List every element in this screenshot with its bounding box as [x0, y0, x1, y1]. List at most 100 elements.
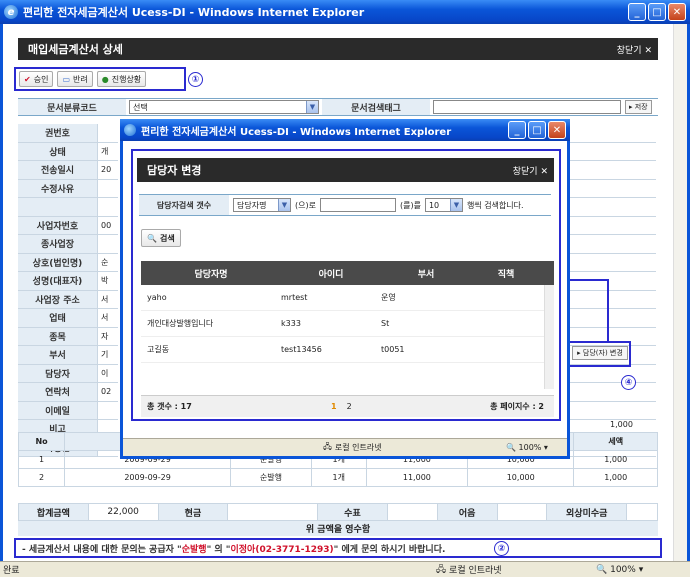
window-titlebar: e 편리한 전자세금계산서 Ucess-DI - Windows Interne…: [0, 0, 690, 24]
search-button-label: 검색: [159, 233, 175, 243]
detail-value: 20: [101, 165, 112, 175]
close-page-link[interactable]: 창닫기 ✕: [617, 43, 652, 56]
detail-key: 부서: [18, 346, 98, 364]
doc-type-select[interactable]: 선택 ▼: [129, 100, 319, 114]
detail-row: 상호(법인명) 순: [18, 253, 118, 272]
popup-zoom-control[interactable]: 🔍 100% ▾: [506, 443, 548, 452]
popup-content-box: 담당자 변경 창닫기 ✕ 담당자검색 갯수 담당자명 ▼ (으)로 (를)를 1…: [131, 149, 561, 421]
window-title: 편리한 전자세금계산서 Ucess-DI - Windows Internet …: [23, 6, 365, 19]
status-text: 완료: [3, 566, 20, 576]
search-count-label: 담당자검색 갯수: [139, 195, 229, 215]
detail-value: [98, 124, 118, 142]
network-icon: 🖧: [323, 441, 332, 451]
list-item[interactable]: 고길동 test13456 t0051: [141, 337, 554, 363]
item-cell-tax: 1,000: [573, 468, 658, 487]
detail-value: 기: [101, 350, 109, 360]
vertical-scrollbar[interactable]: [673, 24, 687, 561]
doc-type-label: 문서분류코드: [18, 99, 126, 115]
detail-value: 서: [101, 294, 109, 304]
result-cell-id: test13456: [281, 345, 322, 354]
detail-key: 이메일: [18, 401, 98, 419]
detail-value: [98, 198, 118, 216]
detail-row: 이메일: [18, 401, 118, 420]
page-link[interactable]: 2: [347, 402, 352, 411]
return-button[interactable]: ▭ 반려: [57, 71, 93, 87]
search-tag-label: 문서검색태그: [322, 99, 430, 115]
item-cell-no: 1: [17, 450, 66, 469]
manager-result-table: 담당자명 아이디 부서 직책 yaho mrtest 운영 개인대상발행입니다 k333 St 고…: [141, 261, 554, 389]
notice-supplier: 순발행: [181, 544, 207, 555]
note-label: 어음: [437, 504, 498, 520]
network-icon: 🖧: [436, 564, 447, 575]
result-cell-id: mrtest: [281, 293, 308, 302]
popup-zone-label: 로컬 인트라넷: [334, 443, 382, 452]
result-scrollbar[interactable]: [544, 285, 554, 389]
popup-header: 담당자 변경 창닫기 ✕: [137, 158, 554, 182]
notice-prefix: - 세금계산서 내용에 대한 문의는 공급자 ": [22, 544, 182, 555]
detail-key: 담당자: [18, 364, 98, 382]
search-tag-input[interactable]: [433, 100, 621, 114]
page-link[interactable]: 1: [331, 402, 337, 411]
detail-value: [98, 180, 118, 198]
zone-indicator: 🖧 로컬 인트라넷: [436, 562, 502, 577]
detail-right-cell: [559, 235, 656, 254]
action-toolbar: ✔ 승인 ▭ 반려 ● 진행상황: [14, 67, 186, 91]
detail-right-cell: [559, 198, 656, 217]
maximize-button[interactable]: □: [648, 3, 666, 21]
totals-row: 합계금액 22,000 현금 수표 어음 외상미수금: [18, 503, 658, 521]
popup-maximize-button[interactable]: □: [528, 121, 546, 139]
detail-value: 00: [101, 220, 112, 230]
row-count-select[interactable]: 10 ▼: [424, 198, 463, 212]
search-suffix-1: (으)로: [295, 200, 316, 210]
annotation-badge-2: ②: [494, 541, 509, 556]
search-field-select[interactable]: 담당자명 ▼: [233, 198, 291, 212]
cash-value: [228, 504, 319, 520]
notice-suffix: " 에게 문의 하시기 바랍니다.: [333, 544, 446, 555]
check-value: [388, 504, 438, 520]
detail-row: [18, 198, 118, 217]
popup-window-title: 편리한 전자세금계산서 Ucess-DI - Windows Internet …: [141, 126, 452, 138]
item-cell-no: 2: [17, 468, 66, 487]
filter-row: 문서분류코드 선택 ▼ 문서검색태그 ▸ 저장: [18, 98, 658, 116]
list-item[interactable]: 개인대상발행입니다 k333 St: [141, 311, 554, 337]
save-tag-button[interactable]: ▸ 저장: [625, 100, 652, 114]
item-cell-supply: 10,000: [467, 468, 575, 487]
ie-icon: e: [4, 5, 18, 19]
annotation-badge-4: ④: [621, 375, 636, 390]
detail-value: 자: [101, 331, 109, 341]
minimize-button[interactable]: _: [628, 3, 646, 21]
popup-close-window-button[interactable]: ✕: [548, 121, 566, 139]
search-button[interactable]: 🔍 검색: [141, 229, 181, 247]
page-links: 12: [331, 402, 352, 411]
credit-label: 외상미수금: [547, 504, 628, 520]
chevron-down-icon: ▼: [449, 199, 462, 211]
progress-button[interactable]: ● 진행상황: [96, 71, 147, 87]
popup-close-link[interactable]: 창닫기 ✕: [513, 164, 548, 177]
item-cell-qty: 1개: [310, 468, 367, 487]
detail-key: 사업장 주소: [18, 290, 98, 308]
detail-row: 부서 기: [18, 346, 118, 365]
detail-row: 사업자번호 00: [18, 216, 118, 235]
row-count-value: 10: [428, 200, 440, 210]
list-item[interactable]: yaho mrtest 운영: [141, 285, 554, 311]
detail-right-cell: [559, 254, 656, 272]
detail-value: [98, 235, 118, 253]
total-count: 총 갯수 : 17: [147, 402, 192, 411]
detail-right-cell: [559, 365, 656, 383]
credit-value: [627, 504, 657, 520]
search-icon: 🔍: [147, 233, 157, 243]
approve-button[interactable]: ✔ 승인: [19, 71, 54, 87]
result-column-header: 담당자명: [194, 269, 228, 280]
popup-minimize-button[interactable]: _: [508, 121, 526, 139]
detail-value: 개: [101, 146, 109, 156]
result-table-body: yaho mrtest 운영 개인대상발행입니다 k333 St 고길동 test13456 t…: [141, 285, 554, 363]
detail-right-cell: [559, 124, 656, 143]
zoom-control[interactable]: 🔍 100% ▾: [596, 565, 643, 575]
detail-row: 종사업장: [18, 235, 118, 254]
result-cell-name: yaho: [147, 293, 167, 302]
search-keyword-input[interactable]: [319, 198, 396, 212]
receipt-text: 위 금액을 영수함: [18, 521, 658, 536]
result-cell-id: k333: [281, 319, 301, 328]
close-window-button[interactable]: ✕: [668, 3, 686, 21]
progress-label: 진행상황: [111, 74, 142, 84]
